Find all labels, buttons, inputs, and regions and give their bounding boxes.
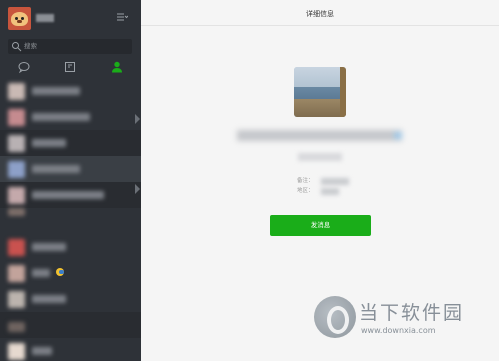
emoji-icon [56,268,64,276]
region-value-blurred [321,188,339,195]
contact-avatar[interactable] [294,67,346,117]
sidebar-tabs [0,60,141,74]
list-item[interactable] [0,156,141,182]
list-item[interactable] [0,234,141,260]
list-item[interactable] [0,286,141,312]
detail-panel: 详细信息 备注： 地区： 发消息 当下软件园 www.downxia.com [141,0,499,361]
list-item[interactable] [0,130,141,156]
detail-header: 详细信息 [141,0,499,26]
avatar-face [11,12,28,26]
region-label: 地区： [297,188,314,194]
chevron-right-icon [135,114,140,124]
remark-value-blurred[interactable] [321,178,349,185]
list-item[interactable] [0,338,141,361]
remark-label: 备注： [297,178,314,184]
page-title: 详细信息 [306,10,334,18]
list-item[interactable] [0,104,141,130]
watermark-logo-icon [314,296,356,338]
list-item[interactable] [0,182,141,208]
hamburger-menu-icon[interactable] [116,12,129,22]
list-item[interactable] [0,312,141,338]
watermark-url: www.downxia.com [361,326,436,335]
watermark: 当下软件园 www.downxia.com [311,296,499,361]
contact-list [0,78,141,361]
user-avatar[interactable] [8,7,31,30]
search-icon [11,41,22,52]
chat-bubble-icon[interactable] [17,60,31,74]
nickname-blurred [237,130,402,141]
watermark-brand: 当下软件园 [359,302,465,324]
account-id-blurred [298,153,342,161]
person-icon[interactable] [110,60,124,74]
chevron-right-icon [135,184,140,194]
list-item[interactable] [0,260,141,286]
list-item[interactable] [0,208,141,234]
username-blurred [36,14,54,22]
send-message-button[interactable]: 发消息 [270,215,371,236]
sidebar: 搜索 [0,0,141,361]
cube-icon[interactable] [63,60,77,74]
search-placeholder: 搜索 [24,42,37,50]
search-box[interactable]: 搜索 [8,39,132,54]
list-item[interactable] [0,78,141,104]
